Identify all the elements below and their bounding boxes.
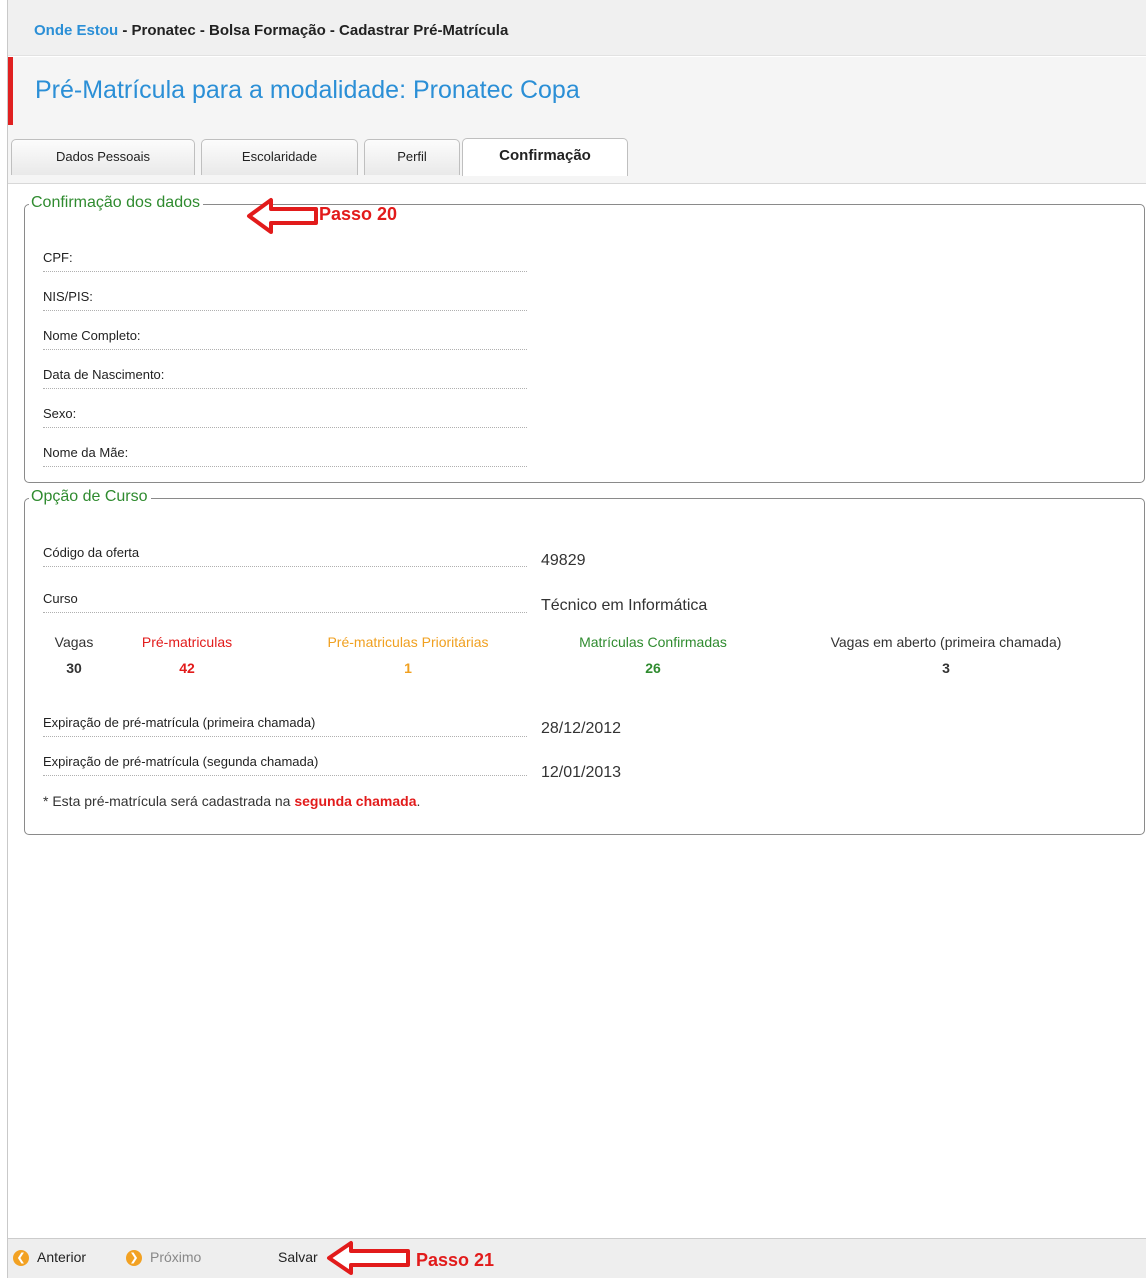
- stat-header: Pré-matriculas Prioritárias: [327, 634, 489, 650]
- annotation-step-20: Passo 20: [319, 204, 398, 224]
- anterior-button[interactable]: ❮ Anterior: [13, 1239, 86, 1279]
- stat-pre-matriculas-prioritarias: Pré-matriculas Prioritárias 1: [283, 632, 533, 676]
- confirmacao-legend: Confirmação dos dados: [29, 194, 203, 212]
- stat-vagas-em-aberto: Vagas em aberto (primeira chamada) 3: [791, 632, 1101, 676]
- field-codigo-oferta: Código da oferta: [43, 543, 527, 567]
- breadcrumb-path: - Pronatec - Bolsa Formação - Cadastrar …: [118, 22, 509, 39]
- proximo-label: Próximo: [150, 1249, 202, 1265]
- opcao-curso-legend: Opção de Curso: [29, 488, 151, 506]
- tab-perfil[interactable]: Perfil: [364, 139, 460, 175]
- tab-confirmacao[interactable]: Confirmação: [462, 138, 628, 176]
- field-sexo: Sexo:: [43, 404, 527, 428]
- page-title: Pré-Matrícula para a modalidade: Pronate…: [35, 76, 580, 104]
- field-label: NIS/PIS:: [43, 289, 93, 304]
- field-label: Nome da Mãe:: [43, 445, 129, 460]
- confirmacao-fieldset: Confirmação dos dados CPF: NIS/PIS: Nome…: [24, 194, 1145, 483]
- tab-dados-pessoais[interactable]: Dados Pessoais: [11, 139, 195, 175]
- vacancy-stats: Vagas 30 Pré-matriculas 42 Pré-matricula…: [43, 632, 1123, 690]
- stat-value: 30: [66, 660, 82, 676]
- red-arrow-icon: [247, 198, 318, 234]
- curso-value: Técnico em Informática: [541, 597, 708, 614]
- stat-header: Vagas: [54, 634, 94, 650]
- proximo-button[interactable]: ❯ Próximo: [126, 1239, 201, 1279]
- field-label: CPF:: [43, 250, 73, 265]
- stat-header: Vagas em aberto (primeira chamada): [830, 634, 1062, 650]
- app-frame: Onde Estou - Pronatec - Bolsa Formação -…: [7, 0, 1146, 1278]
- field-label: Nome Completo:: [43, 328, 141, 343]
- field-nome-completo: Nome Completo:: [43, 326, 527, 350]
- arrow-right-circle-icon: ❯: [126, 1250, 142, 1267]
- stat-header: Pré-matriculas: [141, 634, 233, 650]
- tab-bar: Dados Pessoais Escolaridade Perfil Confi…: [8, 125, 1146, 184]
- arrow-left-circle-icon: ❮: [13, 1250, 29, 1267]
- breadcrumb-here: Onde Estou: [34, 22, 119, 39]
- annotation-step-21: Passo 21: [416, 1250, 495, 1270]
- field-expiracao-primeira: Expiração de pré-matrícula (primeira cha…: [43, 713, 527, 737]
- field-nis-pis: NIS/PIS:: [43, 287, 527, 311]
- stat-vagas: Vagas 30: [43, 632, 105, 676]
- stat-value: 42: [179, 660, 195, 676]
- field-label: Curso: [43, 591, 78, 606]
- breadcrumb: Onde Estou - Pronatec - Bolsa Formação -…: [8, 0, 1146, 56]
- field-label: Expiração de pré-matrícula (primeira cha…: [43, 715, 316, 730]
- field-label: Expiração de pré-matrícula (segunda cham…: [43, 754, 319, 769]
- red-arrow-icon: [327, 1241, 410, 1275]
- page-title-bar: Pré-Matrícula para a modalidade: Pronate…: [8, 57, 1146, 125]
- codigo-oferta-value: 49829: [541, 552, 586, 569]
- footer-nav: ❮ Anterior ❯ Próximo Salvar: [8, 1238, 1146, 1278]
- opcao-curso-fieldset: Opção de Curso Código da oferta 49829 Cu…: [24, 488, 1145, 835]
- field-nome-mae: Nome da Mãe:: [43, 443, 527, 467]
- stat-value: 1: [404, 660, 412, 676]
- tab-escolaridade[interactable]: Escolaridade: [201, 139, 358, 175]
- note-highlight: segunda chamada: [294, 793, 417, 809]
- segunda-chamada-note: * Esta pré-matrícula será cadastrada na …: [43, 793, 420, 809]
- anterior-label: Anterior: [37, 1249, 87, 1265]
- expiracao-segunda-value: 12/01/2013: [541, 764, 622, 781]
- field-curso: Curso: [43, 589, 527, 613]
- field-label: Sexo:: [43, 406, 77, 421]
- field-label: Data de Nascimento:: [43, 367, 165, 382]
- stat-value: 26: [645, 660, 661, 676]
- salvar-button[interactable]: Salvar: [278, 1239, 318, 1279]
- note-suffix: .: [416, 793, 421, 809]
- stat-value: 3: [942, 660, 950, 676]
- stat-header: Matrículas Confirmadas: [579, 634, 727, 650]
- stat-matriculas-confirmadas: Matrículas Confirmadas 26: [543, 632, 763, 676]
- field-data-nascimento: Data de Nascimento:: [43, 365, 527, 389]
- field-label: Código da oferta: [43, 545, 140, 560]
- field-cpf: CPF:: [43, 248, 527, 272]
- field-expiracao-segunda: Expiração de pré-matrícula (segunda cham…: [43, 752, 527, 776]
- stat-pre-matriculas: Pré-matriculas 42: [117, 632, 257, 676]
- expiracao-primeira-value: 28/12/2012: [541, 720, 622, 737]
- note-prefix: * Esta pré-matrícula será cadastrada na: [43, 793, 295, 809]
